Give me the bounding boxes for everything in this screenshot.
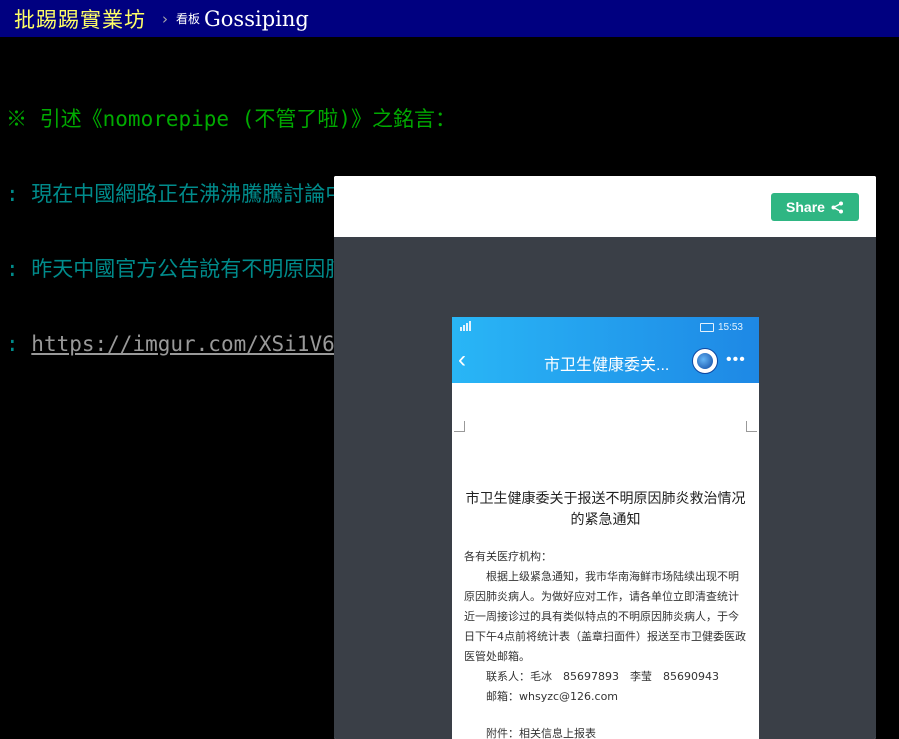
document-title: 市卫生健康委关于报送不明原因肺炎救治情况的紧急通知	[465, 491, 746, 528]
more-dots-icon: •••	[726, 351, 746, 368]
site-title-link[interactable]: 批踢踢實業坊	[14, 4, 146, 34]
share-icon	[831, 201, 843, 213]
document-greeting: 各有关医疗机构：	[464, 550, 552, 563]
quote-prefix: :	[6, 332, 32, 356]
quote-header: ※ 引述《nomorepipe (不管了啦)》之銘言：	[6, 107, 457, 131]
account-avatar-icon	[692, 348, 718, 374]
board-label: 看板	[176, 12, 201, 26]
board-name-link[interactable]: Gossiping	[204, 7, 309, 31]
document-contact: 联系人：毛冰 85697893 李莹 85690943	[486, 670, 719, 683]
document-body: 各有关医疗机构： 根据上级紧急通知，我市华南海鲜市场陆续出现不明原因肺炎病人。为…	[464, 547, 747, 739]
document-attachment: 附件：相关信息上报表	[486, 727, 596, 739]
signal-icon	[460, 321, 471, 331]
document-email: 邮箱：whsyzc@126.com	[486, 690, 619, 703]
back-chevron-icon: ‹	[458, 346, 466, 373]
share-button[interactable]: Share	[771, 193, 859, 221]
imgur-embed-header: Share	[334, 176, 876, 237]
imgur-link[interactable]: https://imgur.com/XSi1V69	[31, 332, 347, 356]
embedded-phone-screenshot[interactable]: 15:53 ‹ 市卫生健康委关... ••• 市卫生健康委关于报送不明原因肺炎救…	[452, 317, 759, 739]
breadcrumb-separator-icon: ›	[162, 9, 168, 28]
imgur-image-area: 15:53 ‹ 市卫生健康委关... ••• 市卫生健康委关于报送不明原因肺炎救…	[334, 237, 876, 739]
ptt-top-bar: 批踢踢實業坊 › 看板 Gossiping	[0, 0, 899, 37]
phone-clock: 15:53	[717, 322, 743, 333]
crop-corner-mark	[454, 421, 465, 432]
share-button-label: Share	[786, 199, 825, 215]
phone-nav-bar: ‹ 市卫生健康委关... •••	[452, 338, 759, 383]
document-paragraph: 根据上级紧急通知，我市华南海鲜市场陆续出现不明原因肺炎病人。为做好应对工作，请各…	[464, 570, 746, 663]
crop-corner-mark	[746, 421, 757, 432]
battery-icon	[700, 323, 714, 332]
phone-status-bar: 15:53	[452, 317, 759, 338]
imgur-embed: Share 15:53 ‹ 市卫生健康委关... ••• 市卫生健康委关于报送不…	[334, 176, 876, 739]
phone-nav-title: 市卫生健康委关...	[544, 357, 670, 374]
